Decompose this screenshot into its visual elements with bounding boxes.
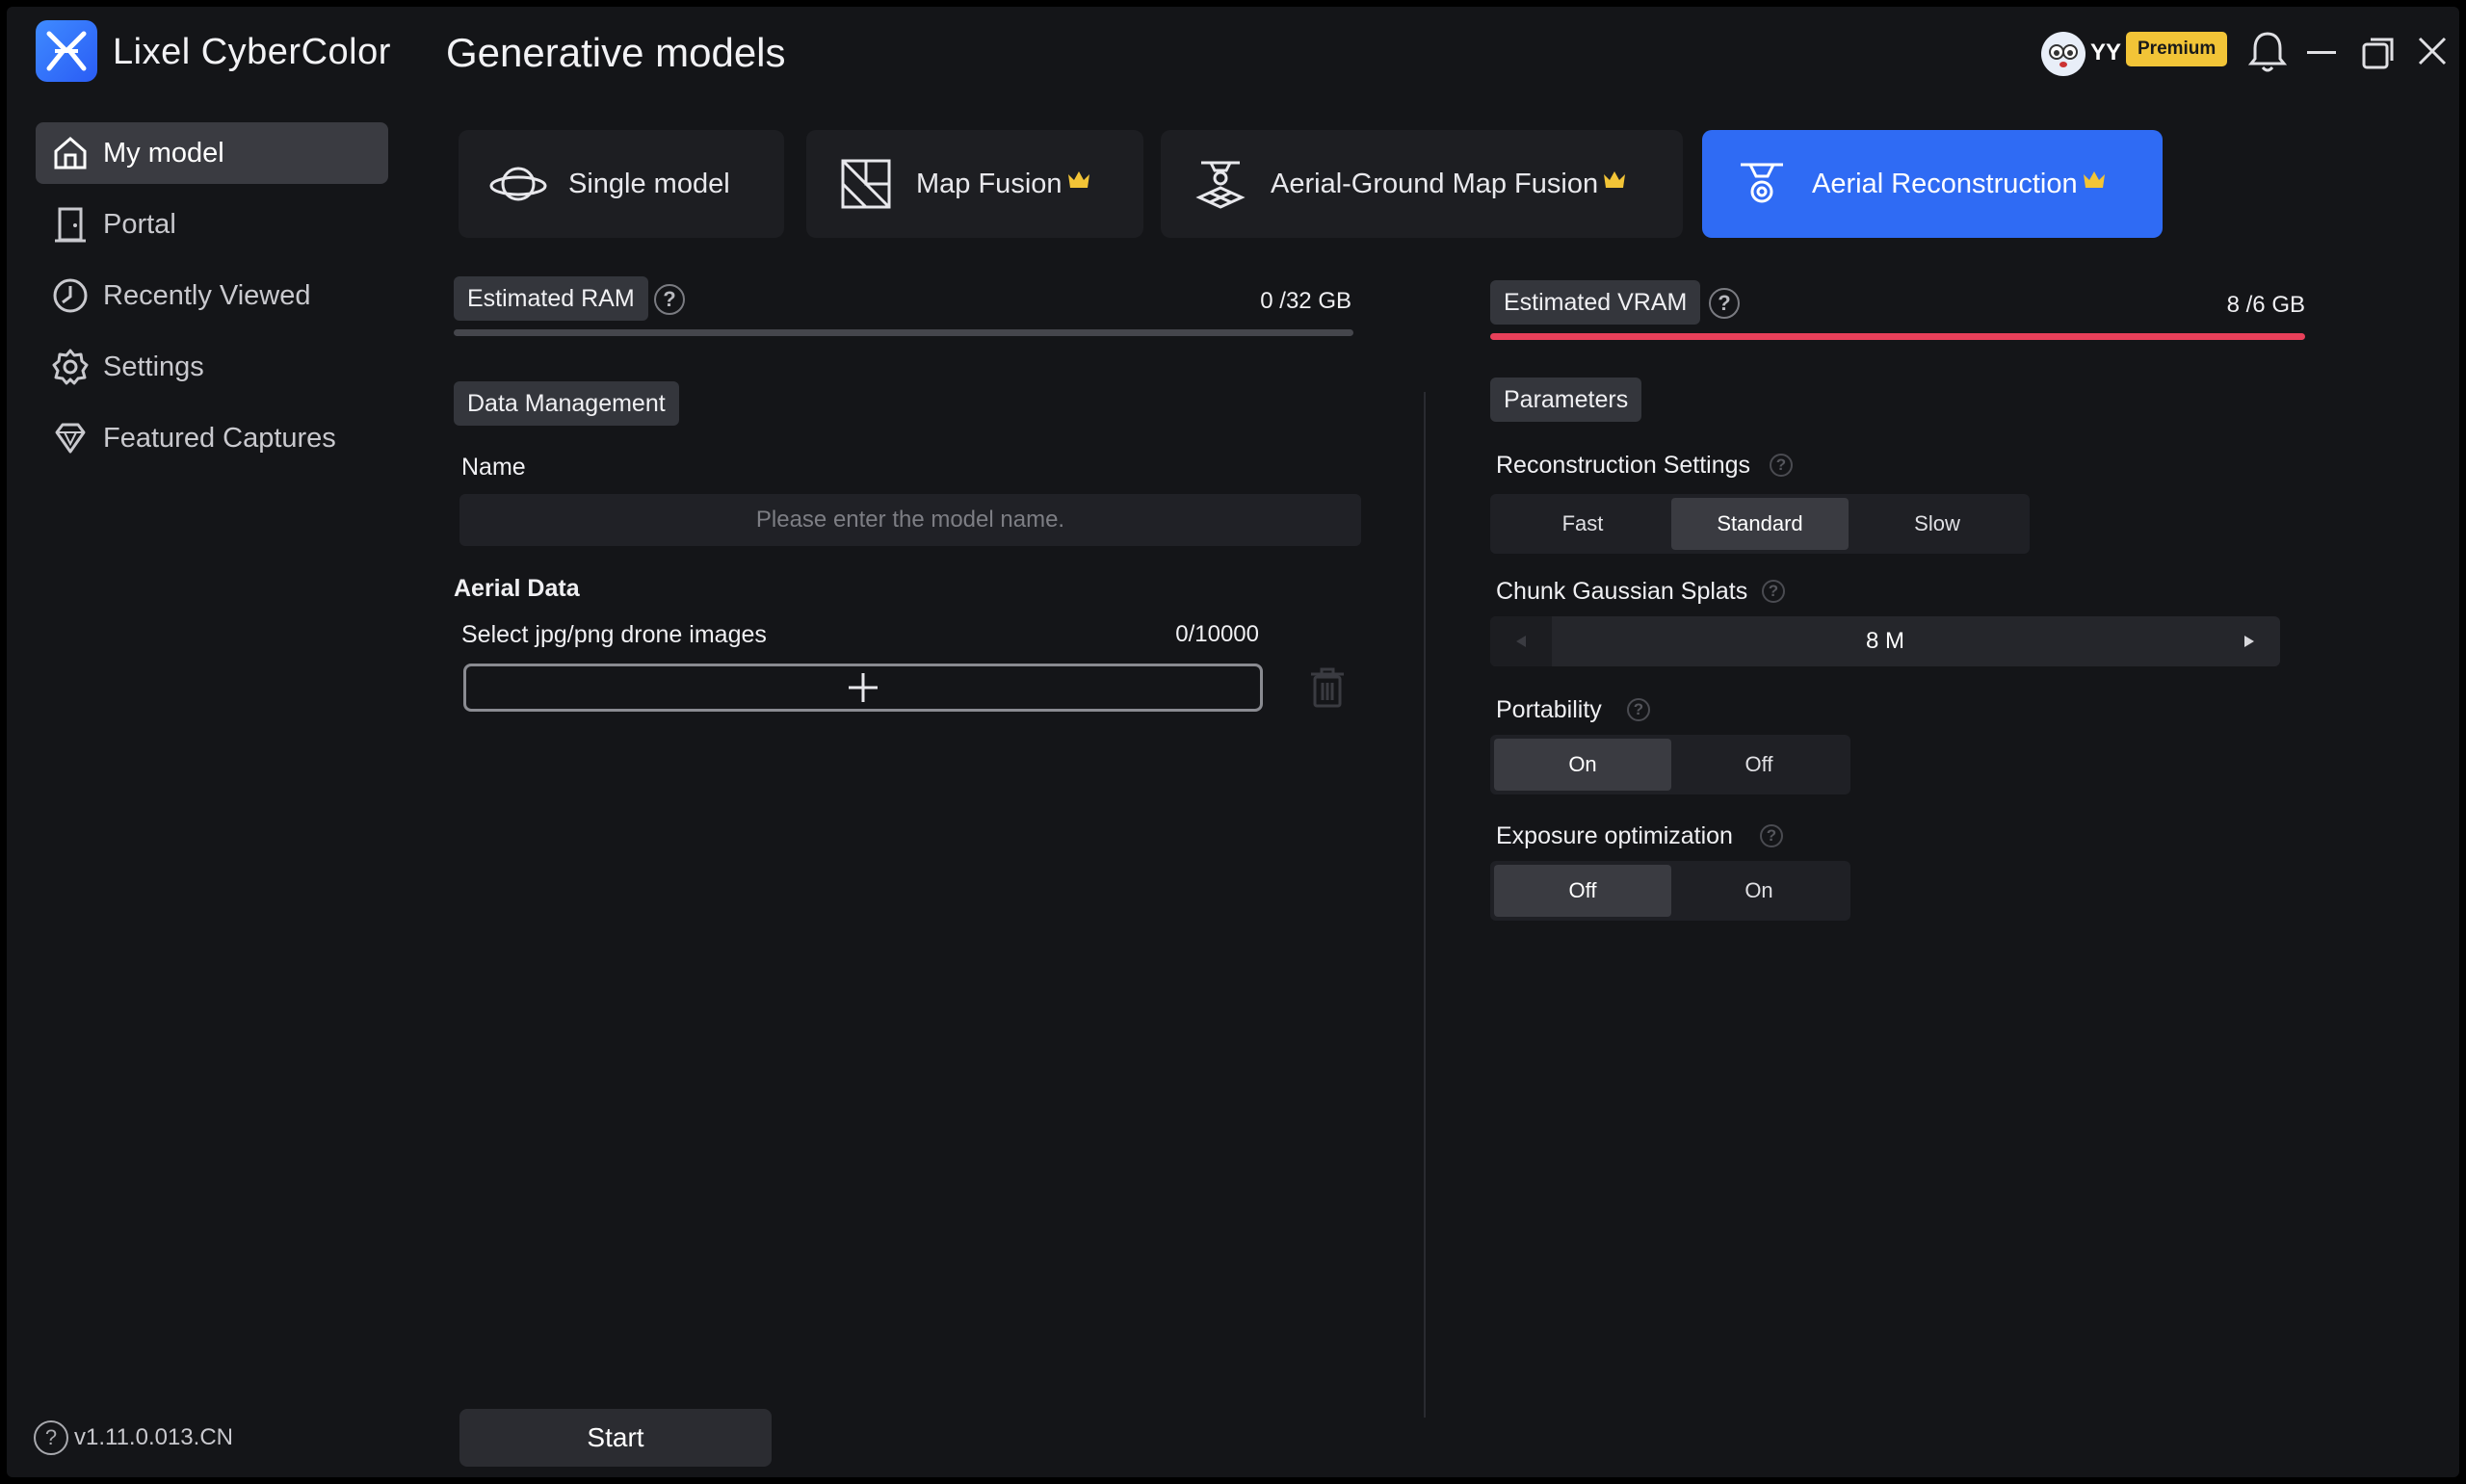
estimated-vram-label: Estimated VRAM: [1490, 280, 1701, 325]
plus-icon: [849, 673, 878, 702]
portability-label: Portability: [1496, 696, 1602, 723]
sidebar-item-label: My model: [103, 137, 224, 169]
crown-icon: [1602, 169, 1627, 195]
sidebar-item-portal[interactable]: Portal: [36, 194, 388, 255]
page-title: Generative models: [446, 30, 786, 75]
exposure-on[interactable]: On: [1671, 865, 1847, 917]
portability-toggle: On Off: [1490, 735, 1850, 794]
sidebar-item-featured-captures[interactable]: Featured Captures: [36, 407, 388, 469]
crown-icon: [2082, 169, 2107, 195]
tab-label: Map Fusion: [916, 168, 1062, 199]
tab-aerial-reconstruction[interactable]: Aerial Reconstruction: [1702, 130, 2163, 238]
chunk-gaussian-splats-label: Chunk Gaussian Splats: [1496, 578, 1748, 605]
avatar[interactable]: [2041, 32, 2086, 76]
planet-icon: [487, 153, 549, 215]
aerial-data-label: Aerial Data: [454, 575, 580, 602]
sidebar-item-my-model[interactable]: My model: [36, 122, 388, 184]
clock-icon: [51, 276, 90, 315]
exposure-off[interactable]: Off: [1494, 865, 1671, 917]
vram-progress-bar: [1490, 333, 2305, 340]
gear-icon: [51, 348, 90, 386]
chunk-help-icon[interactable]: ?: [1762, 580, 1785, 603]
sidebar-item-label: Portal: [103, 208, 176, 240]
tab-map-fusion[interactable]: Map Fusion: [806, 130, 1143, 238]
drone-ground-icon: [1190, 153, 1251, 215]
help-icon[interactable]: ?: [34, 1420, 68, 1455]
reconstruction-speed-selector: Fast Standard Slow: [1490, 494, 2030, 554]
tab-label: Aerial-Ground Map Fusion: [1271, 168, 1599, 199]
tab-single-model[interactable]: Single model: [459, 130, 784, 238]
add-images-button[interactable]: [463, 664, 1263, 712]
sidebar-item-settings[interactable]: Settings: [36, 336, 388, 398]
tab-label: Aerial Reconstruction: [1812, 168, 2078, 199]
reconstruction-settings-label: Reconstruction Settings: [1496, 452, 1751, 479]
chevron-left-icon[interactable]: [1490, 616, 1552, 666]
name-label: Name: [461, 454, 526, 481]
sidebar-item-label: Recently Viewed: [103, 279, 311, 311]
app-logo: [36, 20, 97, 82]
tab-aerial-ground-map-fusion[interactable]: Aerial-Ground Map Fusion: [1161, 130, 1683, 238]
portability-off[interactable]: Off: [1671, 739, 1847, 791]
crown-icon: [1066, 169, 1091, 195]
home-icon: [51, 134, 90, 172]
data-management-label: Data Management: [454, 381, 679, 426]
bell-icon[interactable]: [2247, 30, 2288, 79]
version-label: v1.11.0.013.CN: [74, 1424, 233, 1450]
ram-value: 0 /32 GB: [1260, 288, 1351, 314]
image-count: 0/10000: [1175, 621, 1259, 647]
premium-badge: Premium: [2126, 32, 2228, 66]
sidebar-item-label: Featured Captures: [103, 422, 336, 454]
trash-icon[interactable]: [1307, 665, 1348, 715]
reconstruction-help-icon[interactable]: ?: [1770, 454, 1793, 477]
close-icon[interactable]: [2417, 36, 2448, 71]
panel-divider: [1424, 392, 1426, 1418]
door-icon: [51, 205, 90, 244]
app-name: Lixel CyberColor: [113, 32, 391, 72]
exposure-toggle: Off On: [1490, 861, 1850, 921]
chevron-right-icon[interactable]: [2218, 616, 2280, 666]
diamond-icon: [51, 419, 90, 457]
map-fusion-icon: [835, 153, 897, 215]
chunk-value: 8 M: [1865, 628, 1904, 654]
ram-help-icon[interactable]: ?: [654, 284, 685, 315]
option-slow[interactable]: Slow: [1849, 498, 2026, 550]
sidebar-item-recently-viewed[interactable]: Recently Viewed: [36, 265, 388, 326]
start-button[interactable]: Start: [459, 1409, 772, 1467]
sidebar-item-label: Settings: [103, 351, 204, 382]
ram-progress-bar: [454, 329, 1353, 336]
model-name-input[interactable]: [459, 494, 1361, 546]
minimize-icon[interactable]: [2307, 51, 2336, 54]
estimated-ram-label: Estimated RAM: [454, 276, 648, 321]
option-standard[interactable]: Standard: [1671, 498, 1849, 550]
portability-on[interactable]: On: [1494, 739, 1671, 791]
drone-icon: [1731, 153, 1793, 215]
vram-help-icon[interactable]: ?: [1709, 288, 1740, 319]
app-window: Lixel CyberColor Generative models YY Pr…: [7, 7, 2459, 1477]
exposure-help-icon[interactable]: ?: [1760, 824, 1783, 847]
user-name: YY: [2090, 39, 2122, 65]
chunk-value-stepper: 8 M: [1490, 616, 2280, 666]
vram-value: 8 /6 GB: [2226, 292, 2305, 318]
maximize-icon[interactable]: [2361, 36, 2396, 75]
select-images-label: Select jpg/png drone images: [461, 621, 767, 648]
portability-help-icon[interactable]: ?: [1627, 698, 1650, 721]
parameters-label: Parameters: [1490, 378, 1642, 422]
option-fast[interactable]: Fast: [1494, 498, 1671, 550]
exposure-optimization-label: Exposure optimization: [1496, 822, 1733, 849]
tab-label: Single model: [568, 168, 730, 199]
